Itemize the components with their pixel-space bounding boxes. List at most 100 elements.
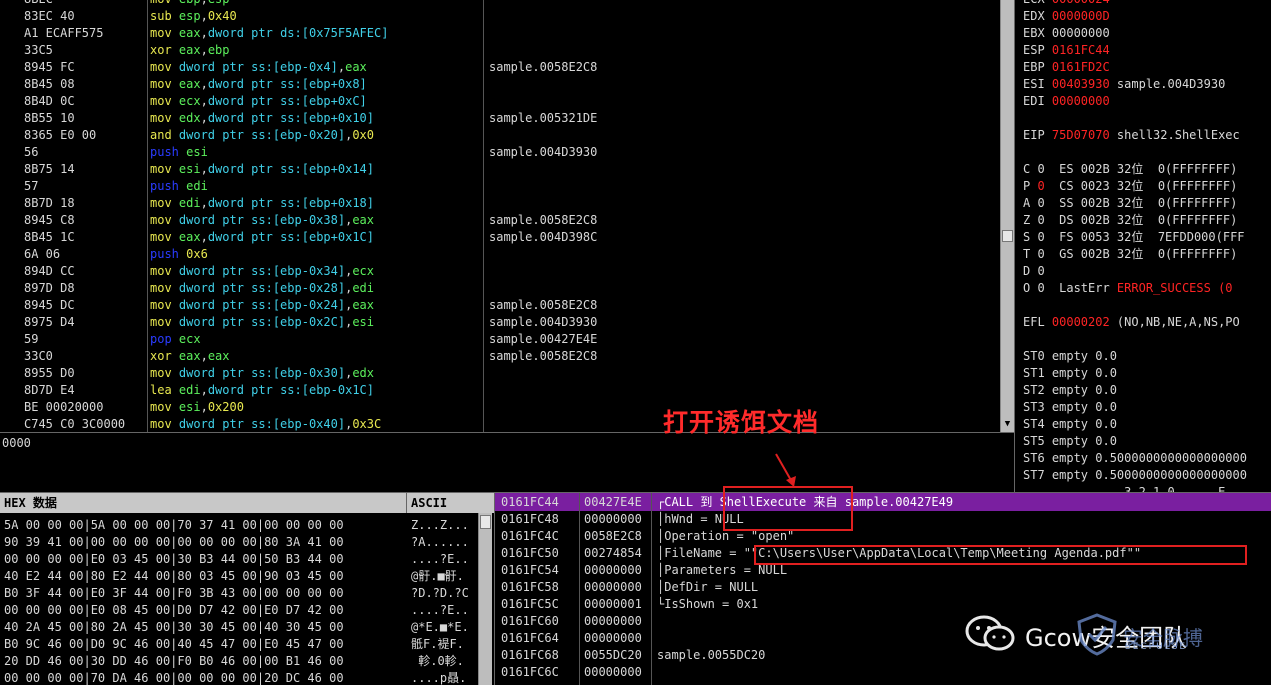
disassembly-row[interactable]: 8D7D E4 lea edi,dword ptr ss:[ebp-0x1C] <box>0 382 1000 399</box>
disassembly-row[interactable]: 8975 D4 mov dword ptr ss:[ebp-0x2C],esi sa… <box>0 314 1000 331</box>
register-row[interactable]: EDI 00000000 <box>1023 93 1271 110</box>
stack-address[interactable]: 0161FC64 <box>501 630 559 647</box>
disassembly-row[interactable]: 897D D8 mov dword ptr ss:[ebp-0x28],edi <box>0 280 1000 297</box>
disassembly-row[interactable]: 8945 C8 mov dword ptr ss:[ebp-0x38],eax sa… <box>0 212 1000 229</box>
disassembly-row[interactable]: A1 ECAFF575 mov eax,dword ptr ds:[0x75F5A… <box>0 25 1000 42</box>
register-token: ERROR_SUCCESS (0 <box>1116 281 1233 295</box>
register-row[interactable] <box>1023 144 1271 161</box>
register-row[interactable]: ST5 empty 0.0 <box>1023 433 1271 450</box>
disassembly-row[interactable]: BE 00020000 mov esi,0x200 <box>0 399 1000 416</box>
hex-dump-row[interactable]: 90 39 41 00|00 00 00 00|00 00 00 00|80 3… <box>4 534 344 551</box>
register-row[interactable]: O 0 LastErr ERROR_SUCCESS (0 <box>1023 280 1271 297</box>
stack-address[interactable]: 0161FC68 <box>501 647 559 664</box>
registers-pane[interactable]: ECX 00000024EDX 0000000DEBX 00000000ESP … <box>1014 0 1271 492</box>
register-token: (NO,NB,NE,A,NS,PO <box>1109 315 1240 329</box>
register-token: ECX <box>1023 0 1052 6</box>
down-arrow-icon[interactable]: ▼ <box>1002 418 1013 430</box>
hex-column-header[interactable]: HEX 数据 <box>4 495 57 512</box>
hex-dump-row[interactable]: 5A 00 00 00|5A 00 00 00|70 37 41 00|00 0… <box>4 517 344 534</box>
register-row[interactable]: EBP 0161FD2C <box>1023 59 1271 76</box>
register-row[interactable]: EFL 00000202 (NO,NB,NE,A,NS,PO <box>1023 314 1271 331</box>
hex-dump-row[interactable]: 40 2A 45 00|80 2A 45 00|30 30 45 00|40 3… <box>4 619 344 636</box>
hex-dump-row[interactable]: 20 DD 46 00|30 DD 46 00|F0 B0 46 00|00 B… <box>4 653 344 670</box>
disassembly-scrollbar[interactable]: ▼ <box>1000 0 1014 432</box>
register-row[interactable]: ST4 empty 0.0 <box>1023 416 1271 433</box>
register-row[interactable]: ST6 empty 0.5000000000000000000 <box>1023 450 1271 467</box>
disassembly-row[interactable]: 8365 E0 00 and dword ptr ss:[ebp-0x20],0x… <box>0 127 1000 144</box>
hex-dump-row[interactable]: 00 00 00 00|E0 03 45 00|30 B3 44 00|50 B… <box>4 551 344 568</box>
disassembly-row[interactable]: 57 push edi <box>0 178 1000 195</box>
instruction-comment: sample.004D3930 <box>489 315 598 329</box>
register-row[interactable] <box>1023 331 1271 348</box>
register-row[interactable]: 3 2 1 0 E <box>1023 484 1271 492</box>
register-row[interactable]: D 0 <box>1023 263 1271 280</box>
disassembly-row[interactable]: 8B55 10 mov edx,dword ptr ss:[ebp+0x10] sa… <box>0 110 1000 127</box>
register-row[interactable]: T 0 GS 002B 32位 0(FFFFFFFF) <box>1023 246 1271 263</box>
register-row[interactable]: ST0 empty 0.0 <box>1023 348 1271 365</box>
hex-dump-row[interactable]: B0 9C 46 00|D0 9C 46 00|40 45 47 00|E0 4… <box>4 636 344 653</box>
instruction-text: mov dword ptr ss:[ebp-0x34],ecx <box>150 263 374 280</box>
register-row[interactable]: ESP 0161FC44 <box>1023 42 1271 59</box>
hex-dump-row[interactable]: B0 3F 44 00|E0 3F 44 00|F0 3B 43 00|00 0… <box>4 585 344 602</box>
register-row[interactable]: C 0 ES 002B 32位 0(FFFFFFFF) <box>1023 161 1271 178</box>
disassembly-pane[interactable]: 8BECmov ebp,esp83EC 40sub esp,0x40A1 ECA… <box>0 0 1000 432</box>
instruction-hex: 59 <box>24 332 39 346</box>
register-row[interactable]: EDX 0000000D <box>1023 8 1271 25</box>
register-row[interactable]: P 0 CS 0023 32位 0(FFFFFFFF) <box>1023 178 1271 195</box>
disassembly-row[interactable]: 83EC 40 sub esp,0x40 <box>0 8 1000 25</box>
register-token: EDI <box>1023 94 1052 108</box>
disassembly-row[interactable]: 59 pop ecx sample.00427E4E <box>0 331 1000 348</box>
register-row[interactable]: ST7 empty 0.5000000000000000000 <box>1023 467 1271 484</box>
hex-dump-row[interactable]: 00 00 00 00|E0 08 45 00|D0 D7 42 00|E0 D… <box>4 602 344 619</box>
instruction-hex: 8B45 08 <box>24 77 75 91</box>
stack-address[interactable]: 0161FC6C <box>501 664 559 681</box>
stack-address[interactable]: 0161FC48 <box>501 511 559 528</box>
disassembly-row[interactable]: 8B45 1C mov eax,dword ptr ss:[ebp+0x1C] sa… <box>0 229 1000 246</box>
hex-dump-pane[interactable]: HEX 数据 ASCII 5A 00 00 00|5A 00 00 00|70 … <box>0 492 494 685</box>
register-row[interactable]: ST2 empty 0.0 <box>1023 382 1271 399</box>
register-row[interactable]: S 0 FS 0053 32位 7EFDD000(FFF <box>1023 229 1271 246</box>
hex-dump-row[interactable]: 40 E2 44 00|80 E2 44 00|80 03 45 00|90 0… <box>4 568 344 585</box>
stack-address[interactable]: 0161FC60 <box>501 613 559 630</box>
disassembly-row[interactable]: 56 push esi sample.004D3930 <box>0 144 1000 161</box>
stack-address[interactable]: 0161FC44 <box>501 494 559 511</box>
stack-address[interactable]: 0161FC58 <box>501 579 559 596</box>
scroll-thumb[interactable] <box>1002 230 1013 242</box>
instruction-token: mov <box>150 281 179 295</box>
register-row[interactable] <box>1023 297 1271 314</box>
disassembly-row[interactable]: 8B7D 18 mov edi,dword ptr ss:[ebp+0x18] <box>0 195 1000 212</box>
disassembly-row[interactable]: 33C5 xor eax,ebp <box>0 42 1000 59</box>
instruction-token: push <box>150 247 187 261</box>
register-token: 75D07070 <box>1051 128 1110 142</box>
disassembly-row[interactable]: 894D CC mov dword ptr ss:[ebp-0x34],ecx <box>0 263 1000 280</box>
disassembly-row[interactable]: C745 C0 3C0000 mov dword ptr ss:[ebp-0x40… <box>0 416 1000 432</box>
register-row[interactable]: ESI 00403930 sample.004D3930 <box>1023 76 1271 93</box>
stack-address[interactable]: 0161FC4C <box>501 528 559 545</box>
disassembly-row[interactable]: 6A 06 push 0x6 <box>0 246 1000 263</box>
scroll-thumb[interactable] <box>480 515 491 529</box>
disassembly-row[interactable]: 8B75 14 mov esi,dword ptr ss:[ebp+0x14] <box>0 161 1000 178</box>
stack-address[interactable]: 0161FC50 <box>501 545 559 562</box>
register-row[interactable]: EIP 75D07070 shell32.ShellExec <box>1023 127 1271 144</box>
disassembly-row[interactable]: 8945 FC mov dword ptr ss:[ebp-0x4],eax sam… <box>0 59 1000 76</box>
register-row[interactable]: A 0 SS 002B 32位 0(FFFFFFFF) <box>1023 195 1271 212</box>
instruction-token: sub <box>150 9 179 23</box>
register-row[interactable]: EBX 00000000 <box>1023 25 1271 42</box>
disassembly-row[interactable]: 33C0 xor eax,eax sample.0058E2C8 <box>0 348 1000 365</box>
disassembly-row[interactable]: 8B45 08 mov eax,dword ptr ss:[ebp+0x8] <box>0 76 1000 93</box>
disassembly-row[interactable]: 8B4D 0C mov ecx,dword ptr ss:[ebp+0xC] <box>0 93 1000 110</box>
disassembly-row[interactable]: 8955 D0 mov dword ptr ss:[ebp-0x30],edx <box>0 365 1000 382</box>
register-row[interactable]: Z 0 DS 002B 32位 0(FFFFFFFF) <box>1023 212 1271 229</box>
hex-dump-scrollbar[interactable] <box>478 513 492 685</box>
hex-dump-row[interactable]: 00 00 00 00|70 DA 46 00|00 00 00 00|20 D… <box>4 670 344 685</box>
register-token: S 0 FS 0053 32位 7EFDD000(FFF <box>1023 230 1245 244</box>
register-row[interactable]: ECX 00000024 <box>1023 0 1271 8</box>
stack-address[interactable]: 0161FC5C <box>501 596 559 613</box>
register-row[interactable]: ST1 empty 0.0 <box>1023 365 1271 382</box>
register-row[interactable] <box>1023 110 1271 127</box>
stack-address[interactable]: 0161FC54 <box>501 562 559 579</box>
register-row[interactable]: ST3 empty 0.0 <box>1023 399 1271 416</box>
ascii-column-header[interactable]: ASCII <box>411 495 447 512</box>
disassembly-row[interactable]: 8BEC mov ebp,esp <box>0 0 1000 8</box>
disassembly-row[interactable]: 8945 DC mov dword ptr ss:[ebp-0x24],eax sa… <box>0 297 1000 314</box>
